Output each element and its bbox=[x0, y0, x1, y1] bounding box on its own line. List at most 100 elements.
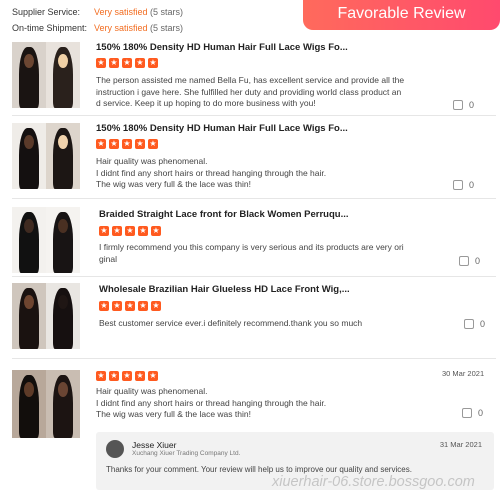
product-thumbnail[interactable] bbox=[12, 123, 80, 189]
reply-author-name: Jesse Xiuer bbox=[132, 440, 177, 450]
star-icon: ★ bbox=[96, 58, 106, 68]
supplier-ratings: Supplier Service: Very satisfied (5 star… bbox=[12, 4, 183, 36]
like-count: 0 bbox=[469, 100, 475, 110]
wig-photo bbox=[12, 283, 46, 349]
star-icon: ★ bbox=[148, 58, 158, 68]
review-text: The person assisted me named Bella Fu, h… bbox=[96, 75, 418, 110]
like-count: 0 bbox=[469, 180, 475, 190]
star-rating: ★ ★ ★ ★ ★ bbox=[99, 226, 161, 236]
rating-label: On-time Shipment: bbox=[12, 23, 88, 33]
review-line: instruction i gave here. She fulfilled h… bbox=[96, 86, 402, 97]
review-line: The person assisted me named Bella Fu, h… bbox=[96, 75, 405, 85]
rating-value: Very satisfied bbox=[94, 7, 148, 17]
thumbs-up-icon bbox=[459, 256, 469, 266]
wig-photo bbox=[46, 207, 80, 273]
product-thumbnail[interactable] bbox=[12, 283, 80, 349]
thumbs-up-icon bbox=[464, 319, 474, 329]
star-icon: ★ bbox=[135, 58, 145, 68]
star-icon: ★ bbox=[99, 226, 109, 236]
review-line: Hair quality was phenomenal. bbox=[96, 386, 208, 396]
review-text: Best customer service ever.i definitely … bbox=[99, 318, 421, 330]
review-text: Hair quality was phenomenal. I didnt fin… bbox=[96, 156, 418, 191]
like-count: 0 bbox=[480, 319, 486, 329]
review-line: Hair quality was phenomenal. bbox=[96, 156, 208, 166]
review-item: Braided Straight Lace front for Black Wo… bbox=[0, 205, 500, 279]
like-button[interactable]: 0 bbox=[459, 256, 480, 266]
star-icon: ★ bbox=[109, 139, 119, 149]
wig-photo bbox=[46, 283, 80, 349]
wig-photo bbox=[46, 370, 80, 438]
watermark: xiuerhair-06.store.bossgoo.com bbox=[272, 474, 475, 490]
review-product-title[interactable]: 150% 180% Density HD Human Hair Full Lac… bbox=[96, 42, 348, 53]
review-product-title[interactable]: 150% 180% Density HD Human Hair Full Lac… bbox=[96, 123, 348, 134]
wig-photo bbox=[12, 370, 46, 438]
like-button[interactable]: 0 bbox=[453, 180, 474, 190]
rating-count: (5 stars) bbox=[150, 7, 184, 17]
star-icon: ★ bbox=[138, 301, 148, 311]
rating-row: On-time Shipment: Very satisfied (5 star… bbox=[12, 20, 183, 36]
review-line: ginal bbox=[99, 253, 117, 264]
reply-text: Thanks for your comment. Your review wil… bbox=[106, 465, 412, 474]
like-button[interactable]: 0 bbox=[464, 319, 485, 329]
avatar bbox=[106, 440, 124, 458]
product-thumbnail[interactable] bbox=[12, 42, 80, 108]
star-icon: ★ bbox=[122, 58, 132, 68]
wig-photo bbox=[46, 123, 80, 189]
star-icon: ★ bbox=[96, 139, 106, 149]
review-date: 30 Mar 2021 bbox=[442, 369, 485, 378]
wig-photo bbox=[46, 42, 80, 108]
wig-photo bbox=[12, 42, 46, 108]
thumbs-up-icon bbox=[453, 100, 463, 110]
divider bbox=[12, 198, 496, 199]
review-line: d service. Keep it up hoping to do more … bbox=[96, 98, 316, 108]
reply-date: 31 Mar 2021 bbox=[439, 440, 482, 449]
rating-count: (5 stars) bbox=[150, 23, 184, 33]
like-button[interactable]: 0 bbox=[453, 100, 474, 110]
thumbs-up-icon bbox=[453, 180, 463, 190]
star-icon: ★ bbox=[148, 371, 158, 381]
review-line: The wig was very full & the lace was thi… bbox=[96, 409, 251, 419]
star-icon: ★ bbox=[138, 226, 148, 236]
star-icon: ★ bbox=[148, 139, 158, 149]
divider bbox=[12, 115, 496, 116]
like-button[interactable]: 0 bbox=[462, 408, 483, 418]
review-item: ★ ★ ★ ★ ★ 30 Mar 2021 Hair quality was pheno… bbox=[0, 368, 500, 438]
star-icon: ★ bbox=[109, 371, 119, 381]
rating-row: Supplier Service: Very satisfied (5 star… bbox=[12, 4, 183, 20]
rating-label: Supplier Service: bbox=[12, 7, 81, 17]
review-product-title[interactable]: Wholesale Brazilian Hair Glueless HD Lac… bbox=[99, 284, 350, 295]
review-line: The wig was very full & the lace was thi… bbox=[96, 179, 251, 189]
review-line: Best customer service ever.i definitely … bbox=[99, 318, 363, 328]
review-line: I didnt find any short hairs or thread h… bbox=[96, 167, 327, 178]
rating-value: Very satisfied bbox=[94, 23, 148, 33]
review-line: I firmly recommend you this company is v… bbox=[99, 242, 404, 252]
review-item: 150% 180% Density HD Human Hair Full Lac… bbox=[0, 121, 500, 199]
review-line: I didnt find any short hairs or thread h… bbox=[96, 397, 327, 408]
star-icon: ★ bbox=[125, 301, 135, 311]
star-icon: ★ bbox=[151, 301, 161, 311]
star-rating: ★ ★ ★ ★ ★ bbox=[96, 58, 158, 68]
star-icon: ★ bbox=[122, 139, 132, 149]
thumbs-up-icon bbox=[462, 408, 472, 418]
review-product-title[interactable]: Braided Straight Lace front for Black Wo… bbox=[99, 209, 349, 220]
star-icon: ★ bbox=[151, 226, 161, 236]
star-rating: ★ ★ ★ ★ ★ bbox=[96, 371, 158, 381]
star-icon: ★ bbox=[109, 58, 119, 68]
star-rating: ★ ★ ★ ★ ★ bbox=[99, 301, 161, 311]
favorable-review-banner: Favorable Review bbox=[303, 0, 500, 30]
star-icon: ★ bbox=[135, 139, 145, 149]
star-icon: ★ bbox=[125, 226, 135, 236]
divider bbox=[12, 358, 496, 359]
product-thumbnail[interactable] bbox=[12, 207, 80, 273]
divider bbox=[12, 276, 496, 277]
star-icon: ★ bbox=[99, 301, 109, 311]
like-count: 0 bbox=[478, 408, 484, 418]
review-text: Hair quality was phenomenal. I didnt fin… bbox=[96, 386, 418, 421]
product-thumbnail[interactable] bbox=[12, 370, 80, 438]
star-icon: ★ bbox=[96, 371, 106, 381]
star-rating: ★ ★ ★ ★ ★ bbox=[96, 139, 158, 149]
review-item: 150% 180% Density HD Human Hair Full Lac… bbox=[0, 40, 500, 118]
like-count: 0 bbox=[475, 256, 481, 266]
review-text: I firmly recommend you this company is v… bbox=[99, 242, 421, 265]
review-item: Wholesale Brazilian Hair Glueless HD Lac… bbox=[0, 281, 500, 353]
